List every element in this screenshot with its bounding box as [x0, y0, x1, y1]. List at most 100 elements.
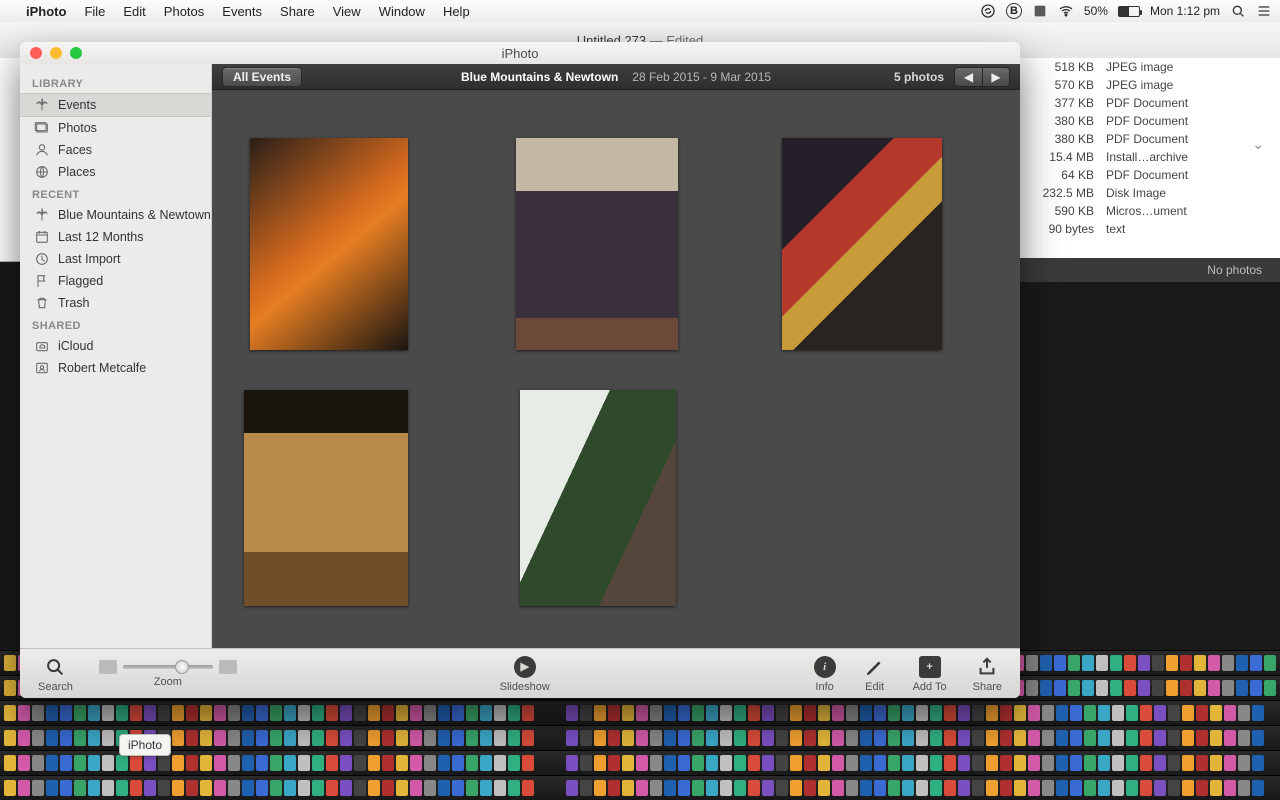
dock-icon[interactable]: [1110, 655, 1122, 671]
next-event-button[interactable]: ▶: [982, 67, 1010, 87]
dock-icon[interactable]: [636, 755, 648, 771]
dock-icon[interactable]: [172, 705, 184, 721]
dock-icon[interactable]: [636, 730, 648, 746]
dock-icon[interactable]: [1224, 705, 1236, 721]
dock-icon[interactable]: [776, 755, 788, 771]
dock-icon[interactable]: [354, 780, 366, 796]
dock-icon[interactable]: [608, 705, 620, 721]
dock-icon[interactable]: [1154, 730, 1166, 746]
sidebar-item-last-import[interactable]: Last Import: [20, 248, 211, 270]
sound-icon[interactable]: [1032, 3, 1048, 19]
dock-icon[interactable]: [1238, 755, 1250, 771]
dock-icon[interactable]: [144, 780, 156, 796]
sidebar-item-flagged[interactable]: Flagged: [20, 270, 211, 292]
info-button[interactable]: i Info: [813, 655, 837, 693]
all-events-button[interactable]: All Events: [222, 67, 302, 87]
dock-icon[interactable]: [1182, 730, 1194, 746]
dock-icon[interactable]: [186, 705, 198, 721]
dock-icon[interactable]: [1070, 780, 1082, 796]
dock-icon[interactable]: [664, 780, 676, 796]
dock-icon[interactable]: [902, 705, 914, 721]
dock-icon[interactable]: [32, 705, 44, 721]
menu-file[interactable]: File: [84, 4, 105, 19]
menu-window[interactable]: Window: [379, 4, 425, 19]
dock-icon[interactable]: [846, 780, 858, 796]
dock-icon[interactable]: [1252, 730, 1264, 746]
dock-icon[interactable]: [636, 780, 648, 796]
dock-icon[interactable]: [452, 755, 464, 771]
dock-icon[interactable]: [692, 705, 704, 721]
zoom-slider[interactable]: [123, 665, 213, 669]
dock-icon[interactable]: [1140, 755, 1152, 771]
dock-icon[interactable]: [846, 755, 858, 771]
dock-icon[interactable]: [860, 705, 872, 721]
dock-icon[interactable]: [706, 755, 718, 771]
dock-icon[interactable]: [1070, 705, 1082, 721]
file-row[interactable]: 590 KBMicros…ument: [1024, 202, 1264, 220]
dock-icon[interactable]: [130, 780, 142, 796]
dock-icon[interactable]: [594, 755, 606, 771]
dock-icon[interactable]: [1000, 755, 1012, 771]
dock-icon[interactable]: [4, 680, 16, 696]
dock-icon[interactable]: [1070, 755, 1082, 771]
dock-icon[interactable]: [972, 780, 984, 796]
dock-icon[interactable]: [1154, 755, 1166, 771]
dock-icon[interactable]: [1140, 730, 1152, 746]
dock-icon[interactable]: [1252, 780, 1264, 796]
dock-icon[interactable]: [650, 780, 662, 796]
dock-icon[interactable]: [1014, 755, 1026, 771]
dock-icon[interactable]: [664, 705, 676, 721]
dock-icon[interactable]: [804, 755, 816, 771]
dock-icon[interactable]: [256, 755, 268, 771]
dock-icon[interactable]: [88, 780, 100, 796]
dock-icon[interactable]: [762, 730, 774, 746]
dock-icon[interactable]: [508, 780, 520, 796]
close-button[interactable]: [30, 47, 42, 59]
dock-icon[interactable]: [256, 730, 268, 746]
dock-icon[interactable]: [340, 755, 352, 771]
dock-icon[interactable]: [958, 755, 970, 771]
dock-icon[interactable]: [566, 705, 578, 721]
dock-icon[interactable]: [1014, 705, 1026, 721]
dock-icon[interactable]: [200, 705, 212, 721]
dock-icon[interactable]: [424, 705, 436, 721]
b-menu-icon[interactable]: B: [1006, 3, 1022, 19]
dock-icon[interactable]: [1112, 705, 1124, 721]
dock-icon[interactable]: [1152, 680, 1164, 696]
dock-icon[interactable]: [74, 705, 86, 721]
dock-icon[interactable]: [438, 755, 450, 771]
dock-icon[interactable]: [284, 705, 296, 721]
dock-icon[interactable]: [776, 780, 788, 796]
dock-icon[interactable]: [944, 755, 956, 771]
dock-icon[interactable]: [116, 780, 128, 796]
dock-icon[interactable]: [1126, 705, 1138, 721]
file-row[interactable]: 377 KBPDF Document: [1024, 94, 1264, 112]
dock-icon[interactable]: [720, 705, 732, 721]
dock-icon[interactable]: [902, 780, 914, 796]
dock-icon[interactable]: [1028, 730, 1040, 746]
wifi-icon[interactable]: [1058, 3, 1074, 19]
dock-icon[interactable]: [832, 730, 844, 746]
sidebar-item-last-12-months[interactable]: Last 12 Months: [20, 226, 211, 248]
dock-icon[interactable]: [326, 755, 338, 771]
dock-icon[interactable]: [396, 780, 408, 796]
dock-icon[interactable]: [480, 705, 492, 721]
dock-icon[interactable]: [706, 780, 718, 796]
dock-icon[interactable]: [144, 755, 156, 771]
dock-icon[interactable]: [312, 755, 324, 771]
file-row[interactable]: 15.4 MBInstall…archive: [1024, 148, 1264, 166]
dock-icon[interactable]: [1000, 780, 1012, 796]
dock-icon[interactable]: [1084, 705, 1096, 721]
dock-icon[interactable]: [1138, 655, 1150, 671]
dock-icon[interactable]: [102, 705, 114, 721]
dock-icon[interactable]: [494, 780, 506, 796]
dock-icon[interactable]: [270, 755, 282, 771]
dock-icon[interactable]: [1194, 655, 1206, 671]
dock-icon[interactable]: [116, 705, 128, 721]
dock-icon[interactable]: [706, 705, 718, 721]
dock-row[interactable]: [0, 775, 1280, 800]
dock-icon[interactable]: [902, 755, 914, 771]
dock-icon[interactable]: [298, 705, 310, 721]
dock-icon[interactable]: [438, 730, 450, 746]
dock-icon[interactable]: [1168, 730, 1180, 746]
